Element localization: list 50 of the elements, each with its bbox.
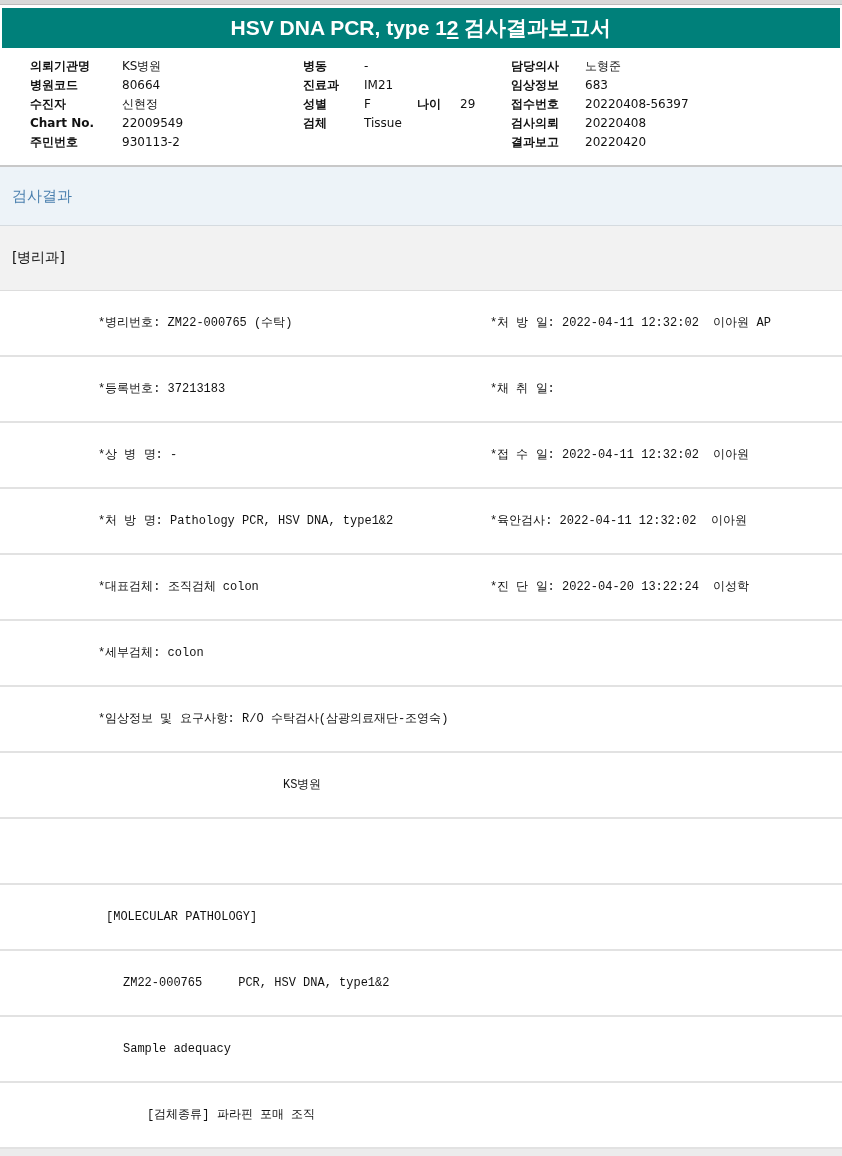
report-text: *병리번호: ZM22-000765 (수탁) xyxy=(98,315,294,332)
field-label: 접수번호 xyxy=(511,96,560,113)
field-label: 나이 xyxy=(417,96,442,113)
field-label: 임상정보 xyxy=(511,77,560,94)
report-title: HSV DNA PCR, type 12 검사결과보고서 xyxy=(230,15,612,41)
field-value: 80664 xyxy=(122,77,162,94)
field-value: 20220408-56397 xyxy=(585,96,689,113)
report-text: *육안검사: 2022-04-11 12:32:02 이아원 xyxy=(490,513,747,530)
field-label: 성별 xyxy=(303,96,328,113)
report-text: *임상정보 및 요구사항: R/O 수탁검사(삼광의료재단-조영숙) xyxy=(98,711,450,728)
field-value: 노형준 xyxy=(585,58,622,75)
field-label: 병원코드 xyxy=(30,77,79,94)
report-text: [MOLECULAR PATHOLOGY] xyxy=(106,909,258,926)
field-value: 신현정 xyxy=(122,96,159,113)
report-text: KS병원 xyxy=(283,777,322,794)
department-label: [병리과] xyxy=(12,249,65,267)
field-label: 의뢰기관명 xyxy=(30,58,91,75)
field-label: 담당의사 xyxy=(511,58,560,75)
report-text: *접 수 일: 2022-04-11 12:32:02 이아원 xyxy=(490,447,750,464)
field-label: 검체 xyxy=(303,115,328,132)
report-text: *진 단 일: 2022-04-20 13:22:24 이성학 xyxy=(490,579,750,596)
field-label: 주민번호 xyxy=(30,134,79,151)
field-value: 930113-2 xyxy=(122,134,180,151)
report-text: Sample adequacy xyxy=(123,1041,232,1058)
field-value: 22009549 xyxy=(122,115,184,132)
field-value: KS병원 xyxy=(122,58,163,75)
report-text: ZM22-000765 PCR, HSV DNA, type1&2 xyxy=(123,975,390,992)
field-value: F xyxy=(364,96,372,113)
field-value: Tissue xyxy=(364,115,403,132)
section-title: 검사결과 xyxy=(12,186,72,206)
field-value: IM21 xyxy=(364,77,395,94)
field-label: 병동 xyxy=(303,58,328,75)
field-value: 683 xyxy=(585,77,609,94)
field-value: 20220408 xyxy=(585,115,647,132)
report-text: [검체종류] 파라핀 포매 조직 xyxy=(147,1107,315,1124)
field-label: 수진자 xyxy=(30,96,67,113)
field-label: 결과보고 xyxy=(511,134,560,151)
field-value: - xyxy=(364,58,370,75)
field-value: 20220420 xyxy=(585,134,647,151)
field-label: Chart No. xyxy=(30,115,96,132)
report-text: *채 취 일: xyxy=(490,381,555,398)
report-text: *처 방 명: Pathology PCR, HSV DNA, type1&2 xyxy=(98,513,395,530)
report-text: *세부검체: colon xyxy=(98,645,205,662)
report-text: *처 방 일: 2022-04-11 12:32:02 이아원 AP xyxy=(490,315,771,332)
field-label: 검사의뢰 xyxy=(511,115,560,132)
field-value: 29 xyxy=(460,96,477,113)
report-text: *등록번호: 37213183 xyxy=(98,381,227,398)
field-label: 진료과 xyxy=(303,77,340,94)
report-text: *대표검체: 조직검체 colon xyxy=(98,579,260,596)
report-text: *상 병 명: - xyxy=(98,447,179,464)
